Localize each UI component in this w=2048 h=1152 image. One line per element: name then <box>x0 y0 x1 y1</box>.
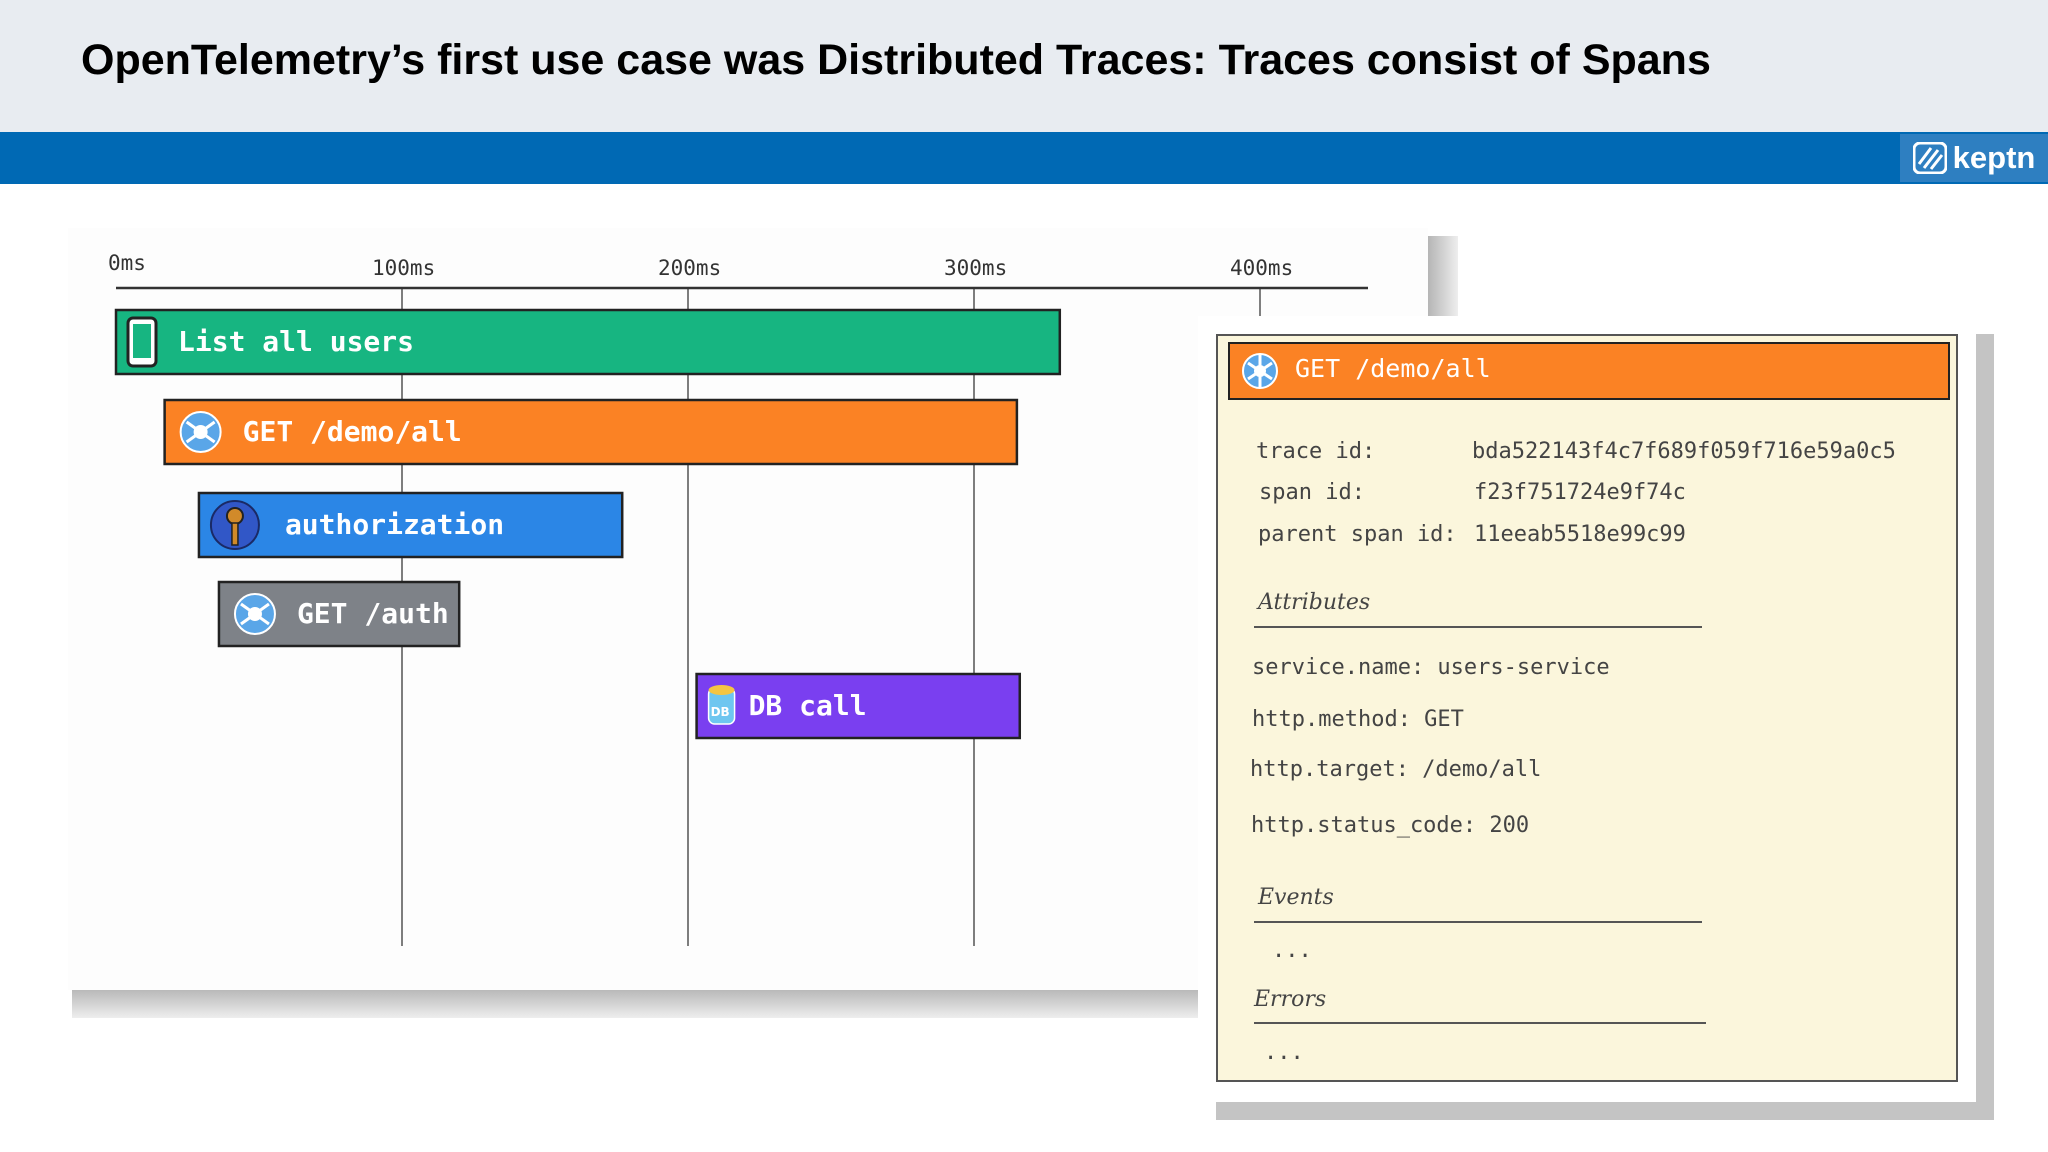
trace-id-key: trace id: <box>1256 439 1376 464</box>
errors-heading: Errors <box>1254 987 1327 1012</box>
timeline-card-shadow-right <box>1428 236 1458 320</box>
parent-span-id-key: parent span id: <box>1258 522 1457 547</box>
events-heading: Events <box>1258 885 1334 910</box>
span-label: authorization <box>285 508 504 541</box>
attributes-heading: Attributes <box>1258 590 1371 615</box>
attribute-http-status-code: http.status_code: 200 <box>1251 813 1530 838</box>
database-icon-top <box>708 685 735 695</box>
events-rule <box>1254 921 1702 923</box>
axis-tick-label: 300ms <box>944 256 1007 280</box>
database-icon-label: DB <box>711 705 730 719</box>
errors-value: ... <box>1264 1040 1304 1065</box>
trace-id-value: bda522143f4c7f689f059f716e59a0c5 <box>1472 439 1896 464</box>
parent-span-id-value: 11eeab5518e99c99 <box>1474 522 1686 547</box>
span-id-value: f23f751724e9f74c <box>1474 480 1686 505</box>
span-label: List all users <box>178 325 414 358</box>
slide-title: OpenTelemetry’s first use case was Distr… <box>81 36 1711 84</box>
attribute-http-method: http.method: GET <box>1252 707 1464 732</box>
logo-text: keptn <box>1952 140 2036 175</box>
axis-tick-label: 400ms <box>1230 256 1293 280</box>
key-icon-head <box>225 507 244 525</box>
span-label: GET /demo/all <box>243 415 462 448</box>
span-id-key: span id: <box>1259 480 1365 505</box>
attribute-service-name: service.name: users-service <box>1252 655 1610 680</box>
attribute-http-target: http.target: /demo/all <box>1250 757 1542 782</box>
span-details-title: GET /demo/all <box>1295 354 1491 383</box>
keptn-logo: keptn <box>1900 134 2048 182</box>
key-icon-shaft <box>231 522 239 546</box>
axis-tick-label: 0ms <box>108 251 146 275</box>
gear-network-icon <box>1242 353 1278 389</box>
header-blue-bar <box>0 132 2048 184</box>
events-value: ... <box>1272 938 1312 963</box>
axis-tick-label: 100ms <box>372 256 435 280</box>
timeline-card-shadow <box>72 988 1212 1018</box>
attributes-rule <box>1254 626 1702 628</box>
span-label: GET /auth <box>297 597 449 630</box>
errors-rule <box>1254 1022 1706 1024</box>
keptn-logo-icon <box>1912 142 1947 174</box>
slide-header: OpenTelemetry’s first use case was Distr… <box>0 0 2048 132</box>
mobile-phone-screen <box>133 324 151 358</box>
axis-tick-label: 200ms <box>658 256 721 280</box>
span-label: DB call <box>749 689 867 722</box>
